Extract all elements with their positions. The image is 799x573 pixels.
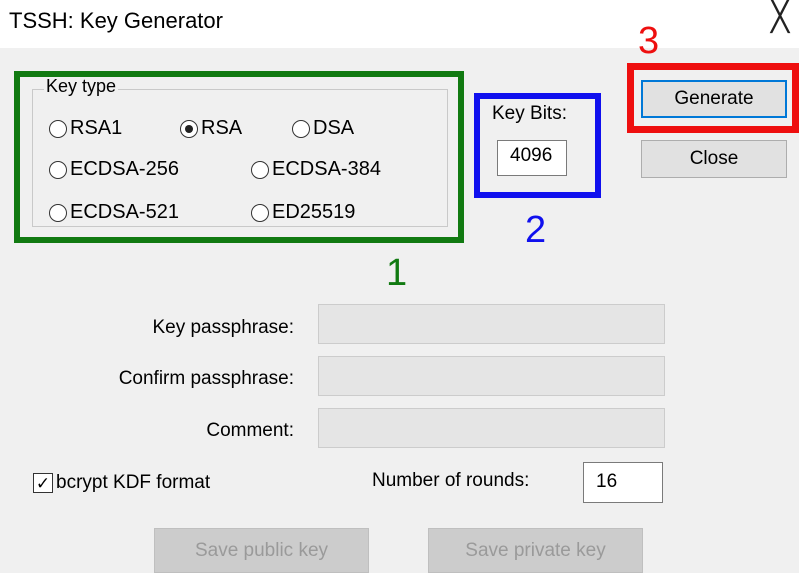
rounds-input[interactable]: 16 (583, 462, 663, 503)
save-public-key-button[interactable]: Save public key (154, 528, 369, 573)
comment-input[interactable] (318, 408, 665, 448)
save-private-key-button[interactable]: Save private key (428, 528, 643, 573)
annotation-number-1: 1 (386, 252, 408, 294)
annotation-box-2 (474, 93, 601, 198)
confirm-passphrase-input[interactable] (318, 356, 665, 396)
bcrypt-label: bcrypt KDF format (56, 472, 211, 493)
bcrypt-checkbox[interactable]: ✓ bcrypt KDF format (33, 472, 210, 494)
close-button[interactable]: Close (641, 140, 787, 178)
key-passphrase-label: Key passphrase: (152, 317, 294, 338)
annotation-box-1 (14, 71, 464, 243)
confirm-passphrase-label: Confirm passphrase: (118, 368, 294, 389)
annotation-number-2: 2 (525, 209, 547, 251)
annotation-number-3: 3 (638, 20, 660, 62)
rounds-label: Number of rounds: (372, 470, 530, 491)
annotation-box-3 (627, 63, 799, 133)
close-window-icon[interactable]: ╳ (771, 2, 789, 32)
window-title: TSSH: Key Generator (9, 8, 223, 33)
key-passphrase-input[interactable] (318, 304, 665, 344)
title-bar: TSSH: Key Generator ╳ (0, 0, 799, 48)
checkbox-check-icon: ✓ (33, 473, 53, 493)
comment-label: Comment: (206, 420, 294, 441)
